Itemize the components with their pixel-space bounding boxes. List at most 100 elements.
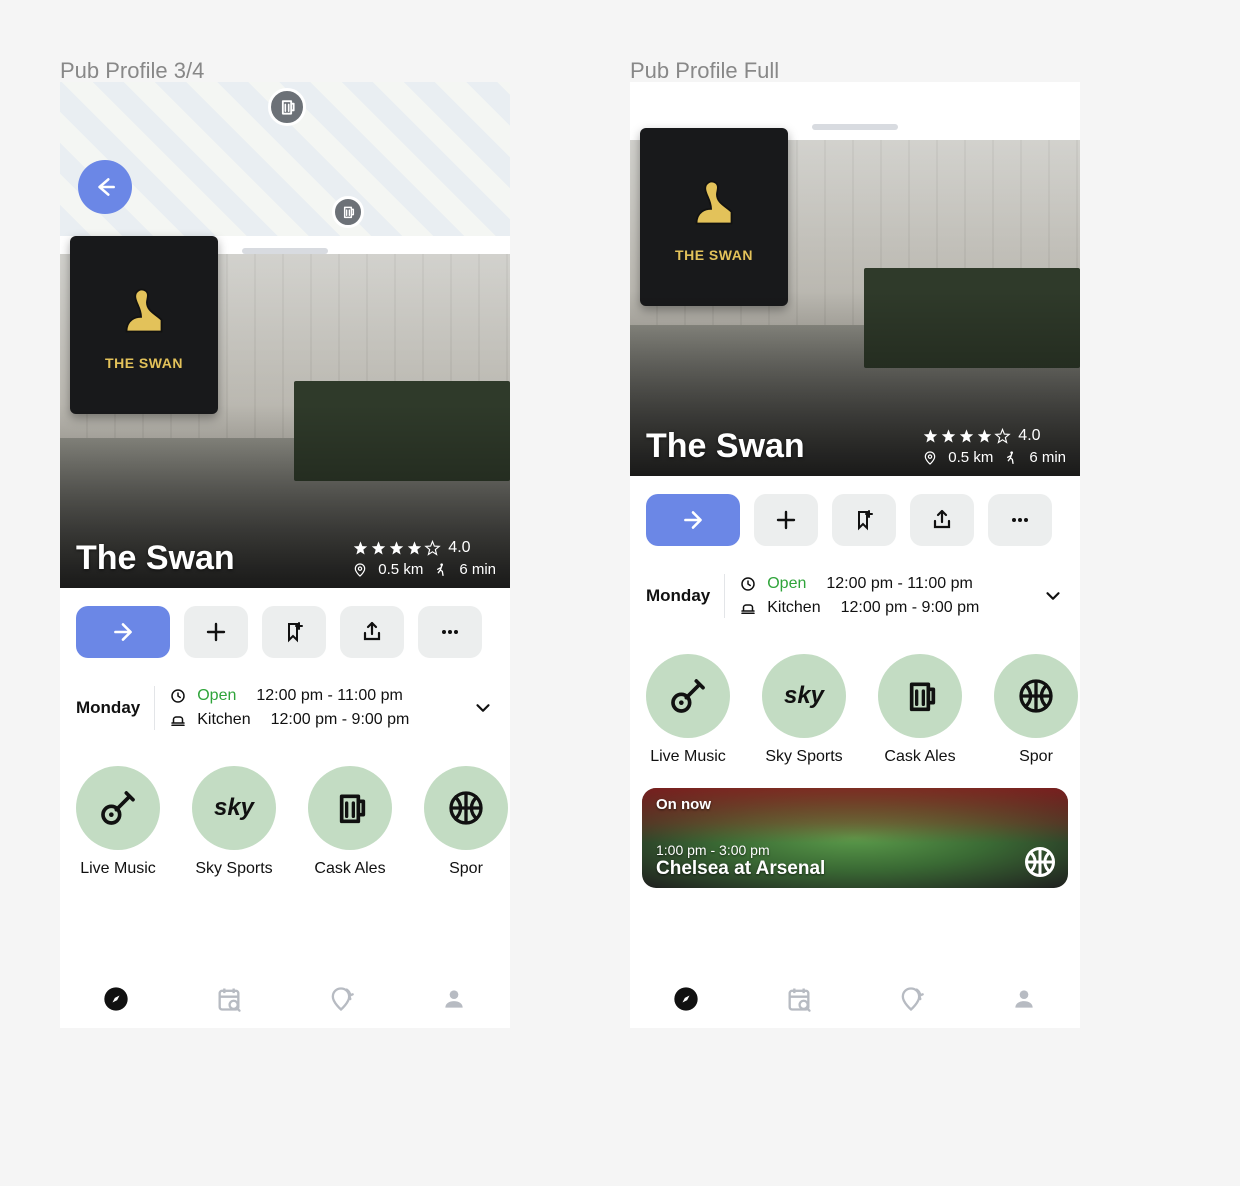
tab-profile[interactable] [1004,979,1044,1019]
add-button[interactable] [754,494,818,546]
bookmark-plus-icon [852,508,876,532]
clock-icon [739,575,757,593]
feature-sports[interactable]: Spor [994,654,1078,766]
opening-hours[interactable]: Monday Open 12:00 pm - 11:00 pm Kitchen … [630,554,1080,634]
feature-sports[interactable]: Spor [424,766,508,878]
more-button[interactable] [418,606,482,658]
basketball-icon [1022,844,1058,880]
feature-sky-sports[interactable]: sky Sky Sports [192,766,276,878]
kitchen-label: Kitchen [197,711,250,729]
star-outline-icon [424,540,441,557]
tab-events[interactable] [209,979,249,1019]
back-button[interactable] [78,160,132,214]
directions-button[interactable] [646,494,740,546]
sky-logo-icon: sky [214,794,254,822]
rating-value: 4.0 [448,539,470,557]
person-icon [441,986,467,1012]
arrow-left-icon [92,174,118,200]
action-row [630,476,1080,554]
feature-live-music[interactable]: Live Music [76,766,160,878]
event-card[interactable]: On now 1:00 pm - 3:00 pm Chelsea at Arse… [642,788,1068,888]
star-icon [388,540,405,557]
beer-icon [277,97,297,117]
arrow-right-icon [110,619,136,645]
open-hours: 12:00 pm - 11:00 pm [256,687,402,705]
star-icon [352,540,369,557]
pin-icon [352,562,368,578]
tab-profile[interactable] [434,979,474,1019]
star-icon [940,428,957,445]
save-button[interactable] [262,606,326,658]
kitchen-icon [169,711,187,729]
feature-chips: Live Music sky Sky Sports Cask Ales Spor [60,746,510,886]
tab-checkin[interactable] [891,979,931,1019]
rating-stars: 4.0 [922,427,1066,445]
directions-button[interactable] [76,606,170,658]
pub-name: The Swan [76,539,235,578]
feature-cask-ales[interactable]: Cask Ales [308,766,392,878]
screen-pub-profile-3-4: THE SWAN The Swan 4.0 0.5 km [60,82,510,1028]
pub-hero-image[interactable]: THE SWAN The Swan 4.0 0.5 km [60,254,510,588]
basketball-icon [446,788,486,828]
screen-pub-profile-full: THE SWAN The Swan 4.0 0.5 km [630,82,1080,1028]
tab-explore[interactable] [96,979,136,1019]
star-outline-icon [994,428,1011,445]
arrow-right-icon [680,507,706,533]
chevron-down-icon [472,697,494,719]
tab-checkin[interactable] [321,979,361,1019]
map-poi-pin[interactable] [332,196,364,228]
swan-icon [109,279,179,349]
beer-icon [900,676,940,716]
more-button[interactable] [988,494,1052,546]
feature-cask-ales[interactable]: Cask Ales [878,654,962,766]
basketball-icon [1016,676,1056,716]
feature-label: Cask Ales [314,860,385,878]
tab-bar [630,970,1080,1028]
feature-sky-sports[interactable]: sky Sky Sports [762,654,846,766]
rating-stars: 4.0 [352,539,496,557]
hours-day: Monday [646,586,710,606]
pub-hero-image[interactable]: THE SWAN The Swan 4.0 0.5 km [630,140,1080,476]
map-peek[interactable] [60,82,510,236]
guitar-icon [98,788,138,828]
add-button[interactable] [184,606,248,658]
feature-label: Spor [449,860,483,878]
feature-chips: Live Music sky Sky Sports Cask Ales Spor [630,634,1080,774]
tab-explore[interactable] [666,979,706,1019]
distance-value: 0.5 km [948,449,993,466]
opening-hours[interactable]: Monday Open 12:00 pm - 11:00 pm Kitchen … [60,666,510,746]
checkin-icon [897,985,925,1013]
kitchen-hours: 12:00 pm - 9:00 pm [271,711,410,729]
swan-icon [679,171,749,241]
plus-icon [204,620,228,644]
plus-icon [774,508,798,532]
feature-live-music[interactable]: Live Music [646,654,730,766]
sky-logo-icon: sky [784,682,824,710]
star-icon [370,540,387,557]
map-poi-pin[interactable] [268,88,306,126]
sheet-grab-handle[interactable] [812,124,898,130]
open-status: Open [767,575,806,593]
divider [724,574,725,618]
walk-time-value: 6 min [1029,449,1066,466]
share-button[interactable] [910,494,974,546]
share-button[interactable] [340,606,404,658]
save-button[interactable] [832,494,896,546]
distance-value: 0.5 km [378,561,423,578]
checkin-icon [327,985,355,1013]
feature-label: Live Music [650,748,726,766]
action-row [60,588,510,666]
pub-sign: THE SWAN [640,128,788,306]
share-icon [360,620,384,644]
expand-hours-button[interactable] [472,697,494,719]
share-icon [930,508,954,532]
tab-events[interactable] [779,979,819,1019]
calendar-search-icon [215,985,243,1013]
expand-hours-button[interactable] [1042,585,1064,607]
open-status: Open [197,687,236,705]
event-time: 1:00 pm - 3:00 pm [656,842,1054,858]
compass-icon [672,985,700,1013]
walk-icon [1003,450,1019,466]
beer-icon [340,204,356,220]
bookmark-plus-icon [282,620,306,644]
